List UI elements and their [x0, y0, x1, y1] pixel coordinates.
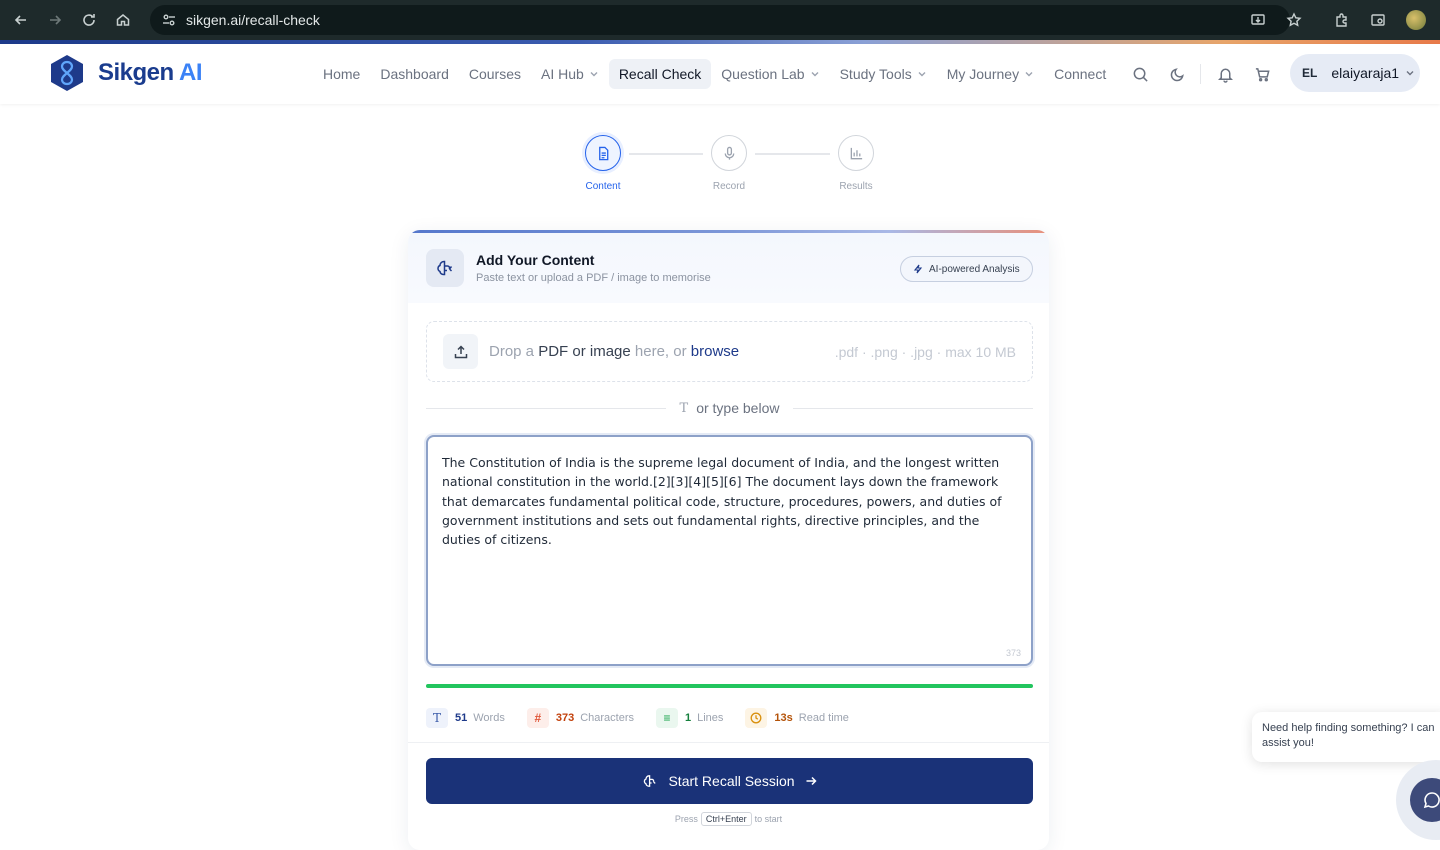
chevron-down-icon	[1025, 72, 1033, 77]
nav-courses[interactable]: Courses	[459, 59, 531, 89]
back-icon[interactable]	[4, 0, 38, 40]
step-content[interactable]: Content	[573, 135, 633, 192]
nav-dashboard[interactable]: Dashboard	[370, 59, 459, 89]
stat-words: T 51 Words	[426, 708, 505, 728]
extensions-icon[interactable]	[1324, 0, 1360, 40]
user-name: elaiyaraja1	[1331, 65, 1400, 81]
browser-toolbar: sikgen.ai/recall-check	[0, 0, 1440, 40]
notifications-bell-icon[interactable]	[1211, 60, 1239, 88]
main-nav: Home Dashboard Courses AI Hub Recall Che…	[313, 58, 1116, 90]
file-dropzone[interactable]: Drop a PDF or image here, or browse .pdf…	[426, 321, 1033, 382]
profile-avatar[interactable]	[1406, 10, 1426, 30]
url-text: sikgen.ai/recall-check	[186, 12, 320, 28]
chat-bubble-icon	[1410, 778, 1440, 822]
lightning-icon	[913, 264, 923, 274]
content-textarea[interactable]: The Constitution of India is the supreme…	[426, 435, 1033, 666]
content-card: Add Your Content Paste text or upload a …	[408, 230, 1049, 850]
step-results[interactable]: Results	[826, 135, 886, 192]
content-text[interactable]: The Constitution of India is the supreme…	[442, 453, 1017, 549]
content-stats: T 51 Words # 373 Characters ≡ 1 Lines 13s Re…	[426, 708, 871, 728]
text-icon: T	[426, 708, 448, 728]
stat-read-time: 13s Read time	[745, 708, 849, 728]
char-counter: 373	[1005, 648, 1021, 658]
cart-icon[interactable]	[1248, 60, 1276, 88]
step-label: Content	[585, 181, 621, 192]
document-icon	[585, 135, 621, 171]
step-connector	[629, 153, 703, 155]
site-settings-icon[interactable]	[162, 13, 176, 27]
search-icon[interactable]	[1126, 60, 1154, 88]
upload-icon	[443, 334, 478, 369]
microphone-icon	[711, 135, 747, 171]
nav-study-tools[interactable]: Study Tools	[830, 59, 937, 89]
step-connector	[755, 153, 830, 155]
nav-ai-hub[interactable]: AI Hub	[531, 59, 609, 89]
chevron-down-icon	[590, 72, 598, 77]
card-header: Add Your Content Paste text or upload a …	[408, 233, 1049, 303]
text-type-icon: T	[679, 400, 689, 416]
card-divider	[408, 742, 1049, 743]
nav-question-lab[interactable]: Question Lab	[711, 59, 829, 89]
home-icon[interactable]	[106, 0, 140, 40]
forward-icon[interactable]	[38, 0, 72, 40]
brain-icon	[426, 249, 464, 287]
card-title: Add Your Content	[476, 252, 595, 268]
chevron-down-icon	[1406, 71, 1414, 76]
ai-analysis-badge: AI-powered Analysis	[900, 256, 1033, 282]
media-controls-icon[interactable]	[1360, 0, 1396, 40]
user-menu[interactable]: EL elaiyaraja1	[1290, 54, 1420, 92]
site-header: Sikgen AI Home Dashboard Courses AI Hub …	[0, 44, 1440, 104]
help-tooltip: Need help finding something? I can assis…	[1252, 712, 1440, 762]
progress-stepper: Content Record Results	[585, 135, 885, 195]
lines-icon: ≡	[656, 708, 678, 728]
or-divider: Tor type below	[426, 398, 1034, 418]
user-initials: EL	[1302, 66, 1318, 80]
brain-icon	[644, 775, 657, 787]
chevron-down-icon	[811, 72, 819, 77]
step-label: Record	[712, 181, 746, 192]
clock-icon	[745, 708, 768, 728]
start-recall-button[interactable]: Start Recall Session	[426, 758, 1033, 804]
header-divider	[1200, 64, 1201, 84]
dark-mode-moon-icon[interactable]	[1163, 60, 1191, 88]
browse-link[interactable]: browse	[691, 343, 739, 360]
nav-recall-check[interactable]: Recall Check	[608, 59, 712, 89]
chevron-down-icon	[918, 72, 926, 77]
keyboard-hint: Press Ctrl+Enter to start	[674, 812, 783, 826]
stat-characters: # 373 Characters	[526, 708, 634, 728]
install-app-icon[interactable]	[1240, 0, 1276, 40]
bar-chart-icon	[838, 135, 874, 171]
dropzone-text: Drop a PDF or image here, or browse	[489, 343, 740, 360]
brand-logo[interactable]: Sikgen AI	[48, 54, 202, 92]
arrow-right-icon	[806, 776, 817, 786]
shortcut-key: Ctrl+Enter	[700, 812, 752, 826]
stat-lines: ≡ 1 Lines	[656, 708, 723, 728]
logo-hexagon-icon	[51, 55, 83, 91]
brand-name: Sikgen AI	[98, 59, 202, 86]
hash-icon: #	[526, 708, 549, 728]
step-record[interactable]: Record	[699, 135, 759, 192]
address-bar[interactable]: sikgen.ai/recall-check	[150, 5, 1290, 35]
bookmark-star-icon[interactable]	[1276, 0, 1312, 40]
nav-my-journey[interactable]: My Journey	[937, 59, 1044, 89]
card-subtitle: Paste text or upload a PDF / image to me…	[476, 272, 711, 284]
chat-button[interactable]	[1396, 760, 1440, 840]
content-progress-bar	[426, 684, 1033, 688]
reload-icon[interactable]	[72, 0, 106, 40]
nav-connect[interactable]: Connect	[1044, 59, 1116, 89]
step-label: Results	[839, 181, 873, 192]
nav-home[interactable]: Home	[313, 59, 370, 89]
accepted-formats: .pdf · .png · .jpg · max 10 MB	[834, 343, 1016, 360]
